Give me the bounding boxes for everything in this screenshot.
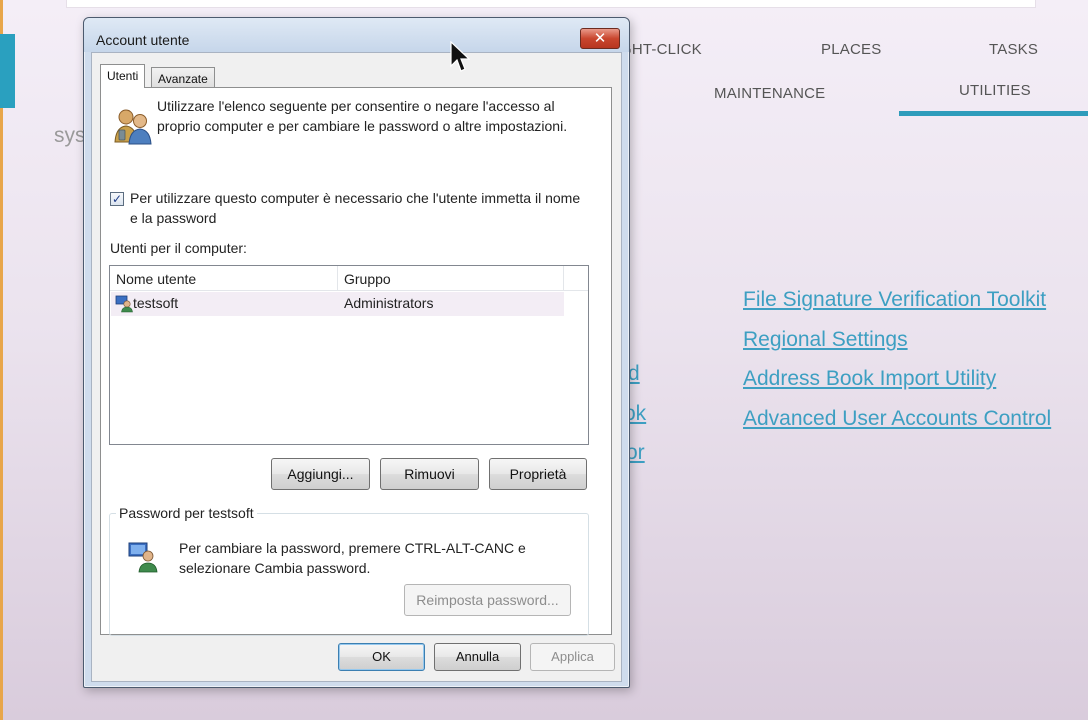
nav-right-click[interactable]: GHT-CLICK (620, 41, 702, 58)
dialog-client-area: Utenti Avanzate Utilizzare l'elenco segu… (91, 52, 622, 682)
row-group: Administrators (344, 295, 434, 311)
users-listview[interactable]: Nome utente Gruppo testsoft Administrato… (109, 265, 589, 445)
require-login-label[interactable]: Per utilizzare questo computer è necessa… (130, 188, 590, 228)
users-tab-panel: Utilizzare l'elenco seguente per consent… (100, 87, 612, 636)
link-advanced-user-accounts[interactable]: Advanced User Accounts Control (743, 407, 1051, 431)
close-button[interactable]: ✕ (580, 28, 620, 49)
user-accounts-dialog: Account utente ✕ Utenti Avanzate Utilizz… (83, 17, 630, 688)
column-header-username[interactable]: Nome utente (110, 266, 338, 291)
dialog-description: Utilizzare l'elenco seguente per consent… (157, 98, 568, 134)
nav-maintenance[interactable]: MAINTENANCE (714, 85, 825, 102)
password-user-icon (128, 542, 158, 573)
users-group-icon (114, 109, 152, 145)
cancel-button[interactable]: Annulla (434, 643, 521, 671)
dialog-title: Account utente (96, 32, 190, 48)
left-side-tab[interactable] (0, 34, 15, 108)
left-accent-bar (0, 0, 3, 720)
tab-users[interactable]: Utenti (100, 64, 146, 88)
password-groupbox: Password per testsoft Per cambiare la pa… (109, 505, 589, 636)
section-heading: sys (54, 124, 86, 147)
listview-header: Nome utente Gruppo (110, 266, 588, 291)
checkmark-icon: ✓ (111, 192, 123, 206)
mouse-cursor-icon (450, 41, 470, 72)
nav-tasks[interactable]: TASKS (989, 41, 1038, 58)
ok-button[interactable]: OK (338, 643, 425, 671)
row-username: testsoft (133, 295, 179, 311)
column-header-group[interactable]: Gruppo (338, 266, 564, 291)
nav-active-underline (899, 111, 1088, 116)
link-file-signature-verification[interactable]: File Signature Verification Toolkit (743, 288, 1046, 312)
user-account-icon (115, 295, 133, 313)
reset-password-button[interactable]: Reimposta password... (404, 584, 571, 616)
apply-button[interactable]: Applica (530, 643, 615, 671)
nav-places[interactable]: PLACES (821, 41, 881, 58)
require-login-checkbox[interactable]: ✓ (110, 192, 124, 206)
users-list-label: Utenti per il computer: (110, 240, 247, 256)
remove-user-button[interactable]: Rimuovi (380, 458, 479, 490)
table-row[interactable]: testsoft Administrators (111, 292, 564, 316)
link-regional-settings[interactable]: Regional Settings (743, 328, 908, 352)
link-address-book-import[interactable]: Address Book Import Utility (743, 367, 996, 391)
nav-utilities[interactable]: UTILITIES (959, 82, 1031, 99)
add-user-button[interactable]: Aggiungi... (271, 458, 370, 490)
password-instructions: Per cambiare la password, premere CTRL-A… (179, 540, 526, 576)
dialog-titlebar[interactable]: Account utente ✕ (84, 18, 629, 52)
close-icon: ✕ (593, 29, 607, 47)
properties-button[interactable]: Proprietà (489, 458, 587, 490)
top-search-strip (66, 0, 1036, 8)
tab-advanced[interactable]: Avanzate (151, 67, 215, 89)
password-group-legend: Password per testsoft (116, 505, 257, 521)
